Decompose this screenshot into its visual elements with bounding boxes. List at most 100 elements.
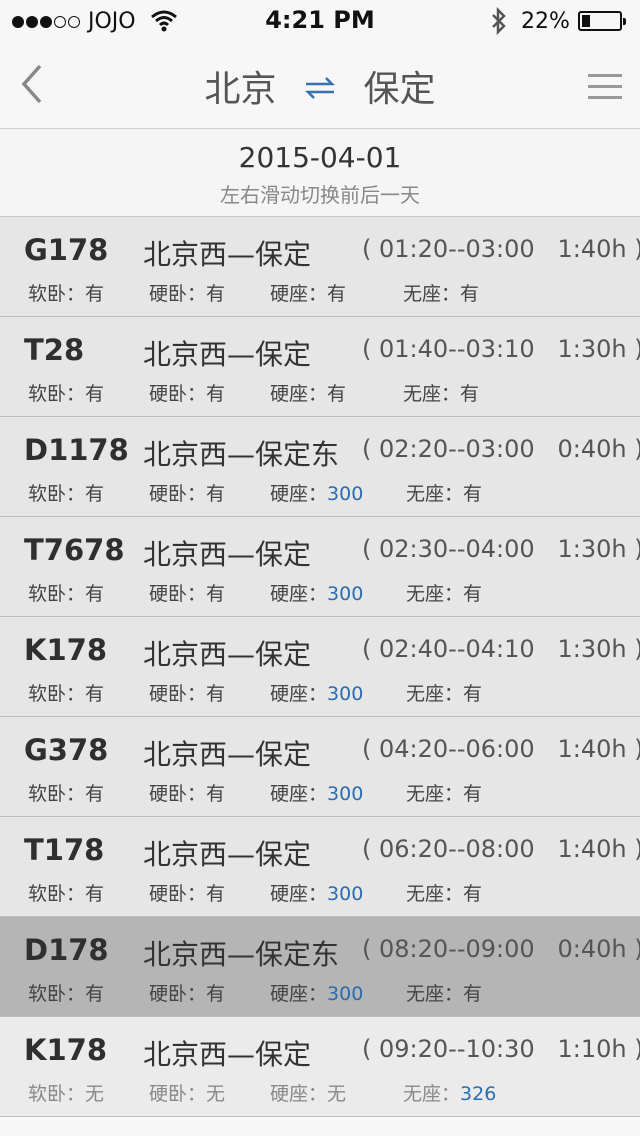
no-seat-label: 无座： [403, 283, 461, 305]
train-number: T178 [24, 833, 105, 867]
no-seat-label: 无座： [406, 583, 464, 605]
no-seat-value: 有 [463, 683, 483, 705]
hard-sleeper: 硬卧：有 [149, 783, 226, 805]
train-route: 北京西—保定 [143, 738, 312, 771]
soft-sleeper: 软卧：有 [28, 583, 105, 605]
hard-seat: 硬座：300 [270, 779, 363, 806]
hard-sleeper: 硬卧：有 [149, 283, 226, 305]
no-seat-value: 326 [460, 1083, 497, 1105]
no-seat: 无座：有 [403, 379, 479, 406]
no-seat: 无座：有 [406, 879, 482, 906]
train-route: 北京西—保定 [143, 1038, 312, 1071]
hard-sleeper: 硬卧：有 [149, 483, 226, 505]
date-header[interactable]: 2015-04-01 左右滑动切换前后一天 [0, 129, 640, 217]
bluetooth-icon [490, 6, 508, 39]
train-times: ( 01:40--03:10 1:30h ) [362, 335, 640, 363]
no-seat: 无座：有 [406, 579, 482, 606]
train-row[interactable]: T28 北京西—保定 ( 01:40--03:10 1:30h ) 软卧：有 硬… [0, 317, 640, 417]
hard-seat-label: 硬座： [270, 683, 328, 705]
hard-seat-value: 300 [327, 983, 364, 1005]
hard-sleeper: 硬卧：有 [149, 583, 226, 605]
no-seat-value: 有 [463, 883, 483, 905]
swipe-hint: 左右滑动切换前后一天 [220, 183, 420, 207]
menu-button[interactable] [588, 72, 622, 102]
hard-seat-label: 硬座： [270, 383, 328, 405]
train-number: G378 [24, 733, 109, 767]
hard-seat-value: 300 [327, 483, 364, 505]
hard-sleeper: 硬卧：有 [149, 983, 226, 1005]
train-route: 北京西—保定 [143, 638, 312, 671]
hard-seat: 硬座：有 [270, 279, 346, 306]
hard-seat-value: 300 [327, 883, 364, 905]
hard-seat-label: 硬座： [270, 283, 328, 305]
train-row[interactable]: T7678 北京西—保定 ( 02:30--04:00 1:30h ) 软卧：有… [0, 517, 640, 617]
train-number: T28 [24, 333, 85, 367]
hard-seat-label: 硬座： [270, 883, 328, 905]
status-bar: JOJO 4:21 PM 22% [0, 0, 640, 40]
train-route: 北京西—保定 [143, 338, 312, 371]
train-row[interactable]: T178 北京西—保定 ( 06:20--08:00 1:40h ) 软卧：有 … [0, 817, 640, 917]
train-row-selected[interactable]: D178 北京西—保定东 ( 08:20--09:00 0:40h ) 软卧：有… [0, 917, 640, 1017]
hard-sleeper: 硬卧：无 [149, 1083, 226, 1105]
soft-sleeper: 软卧：有 [28, 383, 105, 405]
hard-seat-label: 硬座： [270, 483, 328, 505]
battery-icon [578, 11, 626, 31]
no-seat-label: 无座： [403, 383, 461, 405]
train-row[interactable]: G178 北京西—保定 ( 01:20--03:00 1:40h ) 软卧：有 … [0, 217, 640, 317]
hard-seat-label: 硬座： [270, 983, 328, 1005]
train-row[interactable]: K178 北京西—保定 ( 09:20--10:30 1:10h ) 软卧：无 … [0, 1017, 640, 1117]
train-route: 北京西—保定 [143, 238, 312, 271]
soft-sleeper: 软卧：无 [28, 1083, 105, 1105]
no-seat: 无座：有 [406, 979, 482, 1006]
train-row[interactable]: D1178 北京西—保定东 ( 02:20--03:00 0:40h ) 软卧：… [0, 417, 640, 517]
no-seat-label: 无座： [406, 783, 464, 805]
hard-seat: 硬座：300 [270, 879, 363, 906]
travel-date: 2015-04-01 [238, 141, 402, 174]
arrival-city: 保定 [363, 69, 436, 110]
train-route: 北京西—保定东 [143, 938, 340, 971]
hard-seat-value: 300 [327, 583, 364, 605]
hard-sleeper: 硬卧：有 [149, 883, 226, 905]
hard-seat-value: 有 [327, 383, 347, 405]
train-times: ( 06:20--08:00 1:40h ) [362, 835, 640, 863]
train-times: ( 09:20--10:30 1:10h ) [362, 1035, 640, 1063]
no-seat-label: 无座： [406, 683, 464, 705]
hard-sleeper: 硬卧：有 [149, 383, 226, 405]
hard-seat-value: 300 [327, 783, 364, 805]
no-seat-label: 无座： [406, 483, 464, 505]
departure-city: 北京 [204, 69, 277, 110]
no-seat: 无座：有 [406, 679, 482, 706]
hard-seat: 硬座：300 [270, 979, 363, 1006]
hard-sleeper: 硬卧：有 [149, 683, 226, 705]
train-number: K178 [24, 633, 108, 667]
train-route: 北京西—保定东 [143, 438, 340, 471]
no-seat-value: 有 [463, 983, 483, 1005]
train-row[interactable]: K178 北京西—保定 ( 02:40--04:10 1:30h ) 软卧：有 … [0, 617, 640, 717]
hard-seat: 硬座：300 [270, 579, 363, 606]
no-seat: 无座：有 [406, 779, 482, 806]
train-route: 北京西—保定 [143, 538, 312, 571]
hard-seat-label: 硬座： [270, 783, 328, 805]
no-seat-label: 无座： [406, 983, 464, 1005]
train-list: G178 北京西—保定 ( 01:20--03:00 1:40h ) 软卧：有 … [0, 217, 640, 1117]
soft-sleeper: 软卧：有 [28, 483, 105, 505]
no-seat-value: 有 [460, 383, 480, 405]
train-number: T7678 [24, 533, 125, 567]
train-times: ( 02:30--04:00 1:30h ) [362, 535, 640, 563]
no-seat-value: 有 [460, 283, 480, 305]
navigation-bar: 北京 保定 [0, 40, 640, 129]
battery-level-fill [582, 15, 590, 27]
swap-direction-icon[interactable] [302, 71, 338, 101]
train-times: ( 08:20--09:00 0:40h ) [362, 935, 640, 963]
train-number: D1178 [24, 433, 129, 467]
soft-sleeper: 软卧：有 [28, 983, 105, 1005]
soft-sleeper: 软卧：有 [28, 883, 105, 905]
train-number: K178 [24, 1033, 108, 1067]
route-title: 北京 保定 [0, 60, 640, 112]
hard-seat-value: 300 [327, 683, 364, 705]
no-seat-label: 无座： [403, 1083, 461, 1105]
train-row[interactable]: G378 北京西—保定 ( 04:20--06:00 1:40h ) 软卧：有 … [0, 717, 640, 817]
train-times: ( 04:20--06:00 1:40h ) [362, 735, 640, 763]
soft-sleeper: 软卧：有 [28, 283, 105, 305]
train-times: ( 01:20--03:00 1:40h ) [362, 235, 640, 263]
